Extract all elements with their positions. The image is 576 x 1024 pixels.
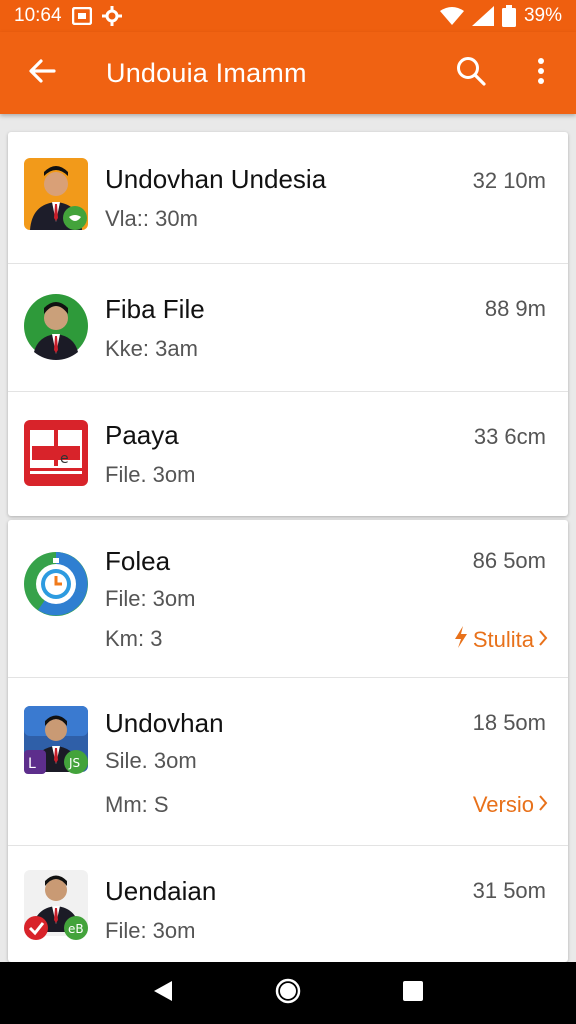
settings-gear-icon — [101, 6, 122, 26]
list-item[interactable]: Fiba File Kke: 3am 88 9m — [8, 264, 568, 392]
item-action-link[interactable]: Stulita — [453, 626, 548, 654]
nav-recents-button[interactable] — [393, 973, 433, 1013]
svg-text:JS: JS — [68, 756, 80, 770]
wifi-icon — [439, 7, 464, 25]
download-card-earlier: Folea File: 3om Km: 3 86 5om Stulita L J… — [8, 520, 568, 962]
item-subtitle: Kke: 3am — [105, 336, 198, 361]
item-subtitle: Vla:: 30m — [105, 206, 198, 231]
app-bar: Undouia Imamm — [0, 32, 576, 114]
nav-back-icon — [152, 979, 174, 1008]
item-time: 88 9m — [484, 296, 546, 321]
red-document-icon: e — [24, 418, 88, 490]
more-vert-icon — [537, 57, 545, 90]
item-time: 32 10m — [472, 168, 546, 193]
item-title: Undovhan — [105, 708, 224, 738]
item-time: 33 6cm — [473, 424, 546, 449]
item-time: 18 5om — [472, 710, 546, 735]
nav-home-icon — [274, 977, 302, 1010]
signal-icon — [471, 6, 494, 26]
list-item[interactable]: e Paaya File. 3om 33 6cm — [8, 392, 568, 516]
svg-text:L: L — [28, 756, 36, 772]
item-subtitle: Sile. 3om — [105, 748, 197, 773]
screenshot-icon — [71, 7, 92, 25]
nav-recents-icon — [402, 980, 424, 1007]
bolt-icon — [453, 626, 469, 654]
nav-back-button[interactable] — [143, 973, 183, 1013]
list-item[interactable]: Folea File: 3om Km: 3 86 5om Stulita — [8, 520, 568, 678]
item-title: Folea — [105, 546, 171, 576]
item-title: Uendaian — [105, 876, 217, 906]
item-action-link[interactable]: Versio — [473, 792, 548, 818]
battery-percent: 39% — [523, 5, 562, 26]
status-bar: 10:64 39% — [0, 0, 576, 32]
portrait-check-icon: eB — [24, 870, 88, 942]
more-options-button[interactable] — [506, 32, 576, 114]
status-time: 10:64 — [14, 5, 62, 26]
item-subtitle: File: 3om — [105, 586, 196, 611]
back-button[interactable] — [0, 32, 84, 114]
item-time: 86 5om — [472, 548, 546, 573]
item-title: Paaya — [105, 420, 179, 450]
item-action-label: Stulita — [472, 627, 534, 652]
battery-icon — [501, 5, 516, 27]
item-action-label: Versio — [472, 792, 534, 817]
portrait-round-icon — [24, 290, 88, 362]
list-item[interactable]: eB Uendaian File: 3om 31 5om — [8, 846, 568, 962]
item-subtitle: File. 3om — [105, 462, 196, 487]
item-time: 31 5om — [472, 878, 546, 903]
item-title: Undovhan Undesia — [105, 164, 327, 194]
svg-text:eB: eB — [68, 922, 84, 936]
search-button[interactable] — [436, 32, 506, 114]
clock-app-icon — [24, 548, 88, 620]
item-title: Fiba File — [105, 294, 205, 324]
svg-text:e: e — [60, 451, 69, 467]
download-card-recent: Undovhan Undesia Vla:: 30m 32 10m Fiba F… — [8, 132, 568, 516]
item-meta: Mm: S — [105, 792, 169, 817]
item-subtitle: File: 3om — [105, 918, 196, 943]
list-item[interactable]: L JS Undovhan Sile. 3om Mm: S 18 5om Ver… — [8, 678, 568, 846]
portrait-badge-icon: L JS — [24, 706, 88, 778]
system-nav-bar — [0, 962, 576, 1024]
page-title: Undouia Imamm — [106, 57, 307, 88]
portrait-app-icon — [24, 158, 88, 230]
nav-home-button[interactable] — [268, 973, 308, 1013]
chevron-right-icon — [538, 627, 548, 653]
back-arrow-icon — [27, 56, 57, 91]
chevron-right-icon — [538, 792, 548, 818]
list-item[interactable]: Undovhan Undesia Vla:: 30m 32 10m — [8, 132, 568, 264]
item-meta: Km: 3 — [105, 626, 163, 651]
search-icon — [455, 55, 487, 92]
